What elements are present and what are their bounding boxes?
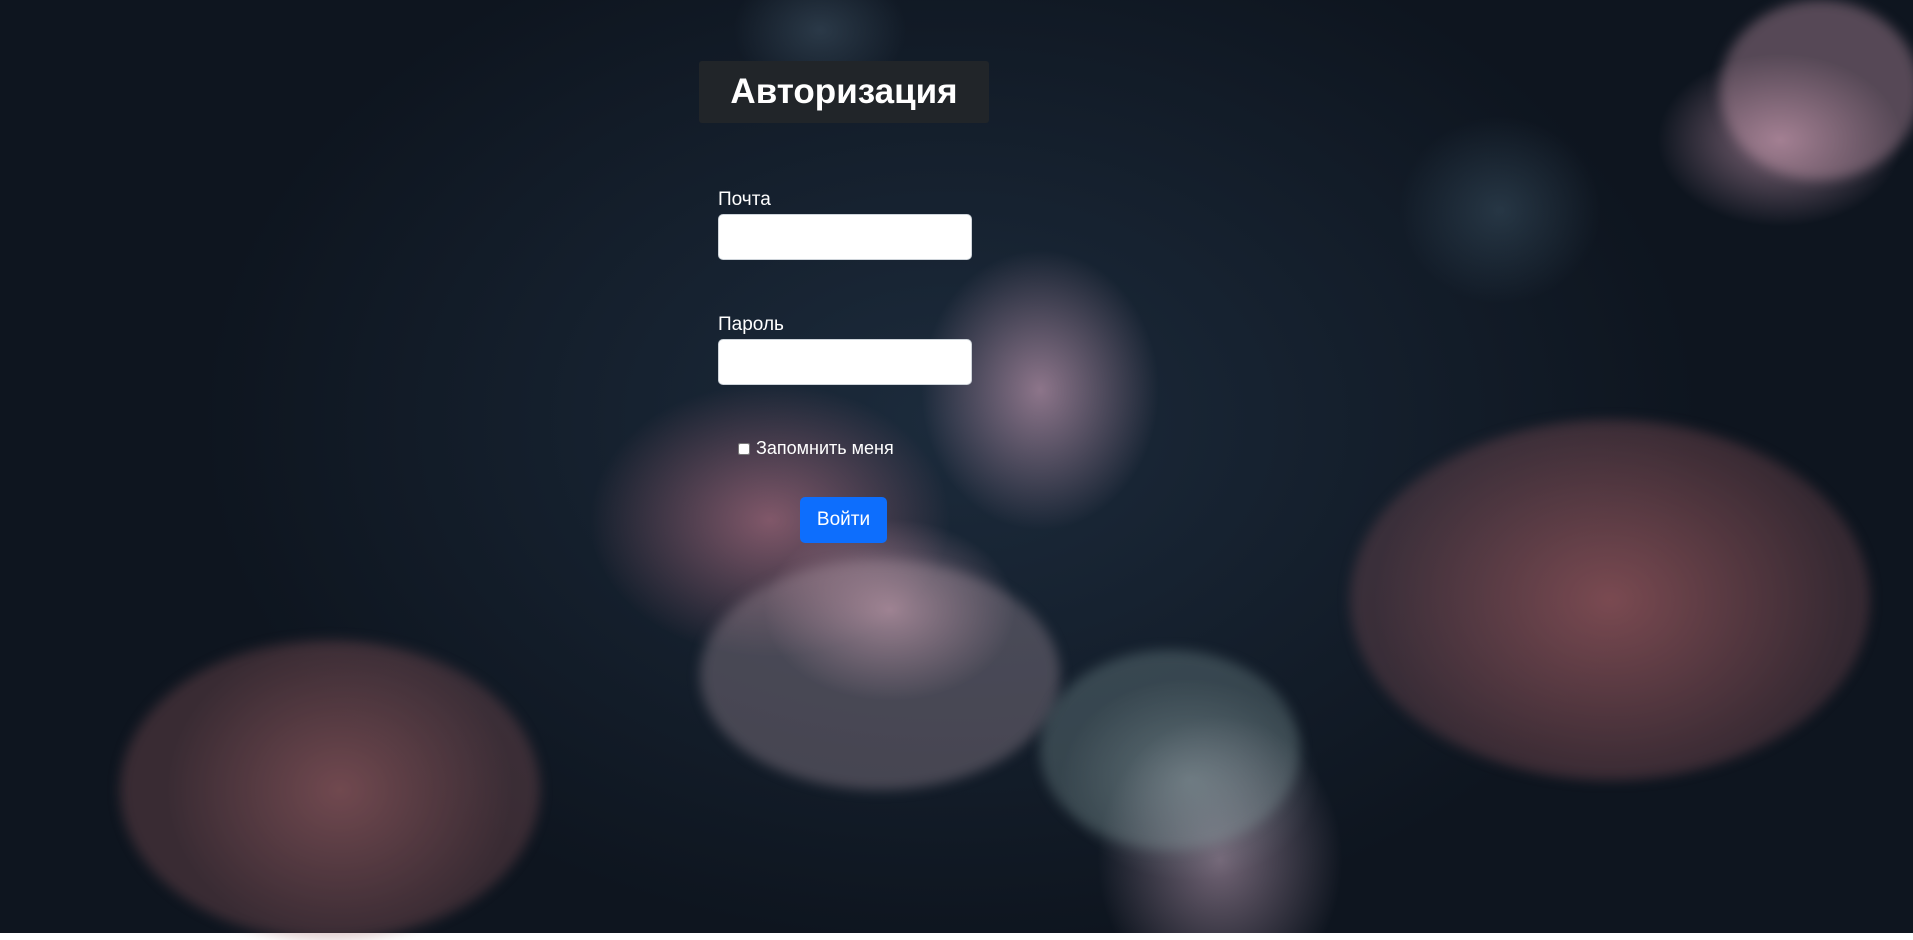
email-label: Почта [718,189,771,210]
jellyfish-decoration [700,560,1060,790]
jellyfish-decoration [120,640,540,940]
remember-me-label[interactable]: Запомнить меня [756,438,894,459]
email-field[interactable] [718,214,972,260]
remember-me-row: Запомнить меня [738,438,894,459]
remember-me-checkbox[interactable] [738,442,750,455]
jellyfish-decoration [1350,420,1870,780]
login-button[interactable]: Войти [800,497,887,543]
page-title: Авторизация [699,61,989,123]
jellyfish-decoration [1040,650,1300,850]
password-label: Пароль [718,314,784,335]
jellyfish-decoration [1720,0,1913,180]
background-jellyfish-image [0,0,1913,940]
password-field[interactable] [718,339,972,385]
